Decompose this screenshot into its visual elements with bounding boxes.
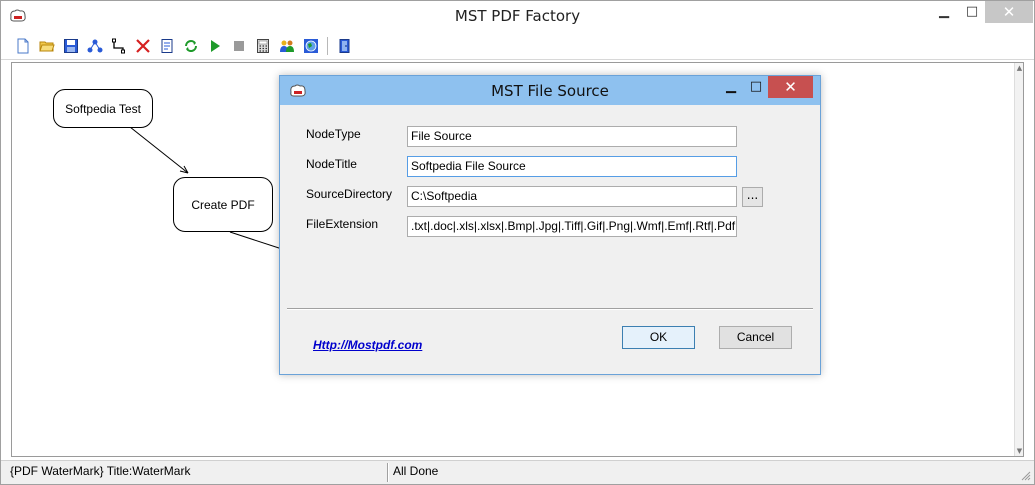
status-bar: {PDF WaterMark} Title:WaterMark All Done — [1, 460, 1034, 484]
window-title: MST PDF Factory — [454, 7, 581, 25]
cancel-button[interactable]: Cancel — [719, 326, 792, 349]
dialog-divider — [287, 308, 813, 310]
browse-button[interactable]: ... — [742, 187, 763, 207]
file-extension-field[interactable]: .txt|.doc|.xls|.xlsx|.Bmp|.Jpg|.Tiff|.Gi… — [407, 216, 737, 237]
calculator-icon[interactable] — [253, 36, 273, 56]
scroll-down-icon[interactable]: ▼ — [1016, 447, 1023, 455]
node-title-field[interactable]: Softpedia File Source — [407, 156, 737, 177]
status-right-text: All Done — [393, 464, 439, 478]
file-extension-label: FileExtension — [306, 217, 379, 231]
open-folder-icon[interactable] — [37, 36, 57, 56]
delete-icon[interactable] — [133, 36, 153, 56]
link-icon[interactable] — [109, 36, 129, 56]
node-type-field[interactable]: File Source — [407, 126, 737, 147]
dialog-title-bar: MST File Source ▁ □ ✕ — [280, 76, 820, 105]
connect-nodes-icon[interactable] — [85, 36, 105, 56]
node-label: Create PDF — [191, 197, 255, 212]
scroll-up-icon[interactable]: ▲ — [1016, 64, 1023, 72]
resize-grip-icon[interactable] — [1021, 471, 1031, 481]
vertical-scrollbar[interactable]: ▲ ▼ — [1014, 63, 1023, 456]
file-source-dialog: MST File Source ▁ □ ✕ NodeType File Sour… — [279, 75, 821, 375]
save-icon[interactable] — [61, 36, 81, 56]
status-left-text: {PDF WaterMark} Title:WaterMark — [10, 464, 191, 478]
status-divider — [387, 463, 389, 482]
close-button[interactable]: ✕ — [985, 1, 1033, 23]
stop-icon[interactable] — [229, 36, 249, 56]
dialog-close-button[interactable]: ✕ — [768, 76, 813, 98]
node-type-label: NodeType — [306, 127, 361, 141]
new-file-icon[interactable] — [13, 36, 33, 56]
node-label: Softpedia Test — [65, 101, 141, 116]
flow-node-create-pdf[interactable]: Create PDF — [173, 177, 273, 232]
website-link[interactable]: Http://Mostpdf.com — [313, 338, 422, 352]
ok-button[interactable]: OK — [622, 326, 695, 349]
run-icon[interactable] — [205, 36, 225, 56]
dialog-minimize-button[interactable]: ▁ — [718, 76, 744, 98]
node-title-label: NodeTitle — [306, 157, 357, 171]
toolbar-separator — [327, 37, 328, 55]
flow-node-softpedia-test[interactable]: Softpedia Test — [53, 89, 153, 128]
users-icon[interactable] — [277, 36, 297, 56]
source-directory-label: SourceDirectory — [306, 187, 393, 201]
globe-icon[interactable] — [301, 36, 321, 56]
refresh-icon[interactable] — [181, 36, 201, 56]
title-bar: MST PDF Factory ▁ □ ✕ — [1, 1, 1034, 31]
dialog-maximize-button[interactable]: □ — [743, 76, 769, 98]
source-directory-field[interactable]: C:\Softpedia — [407, 186, 737, 207]
minimize-button[interactable]: ▁ — [931, 1, 957, 23]
exit-icon[interactable] — [335, 36, 355, 56]
properties-icon[interactable] — [157, 36, 177, 56]
toolbar — [1, 32, 1034, 60]
maximize-button[interactable]: □ — [959, 1, 985, 23]
